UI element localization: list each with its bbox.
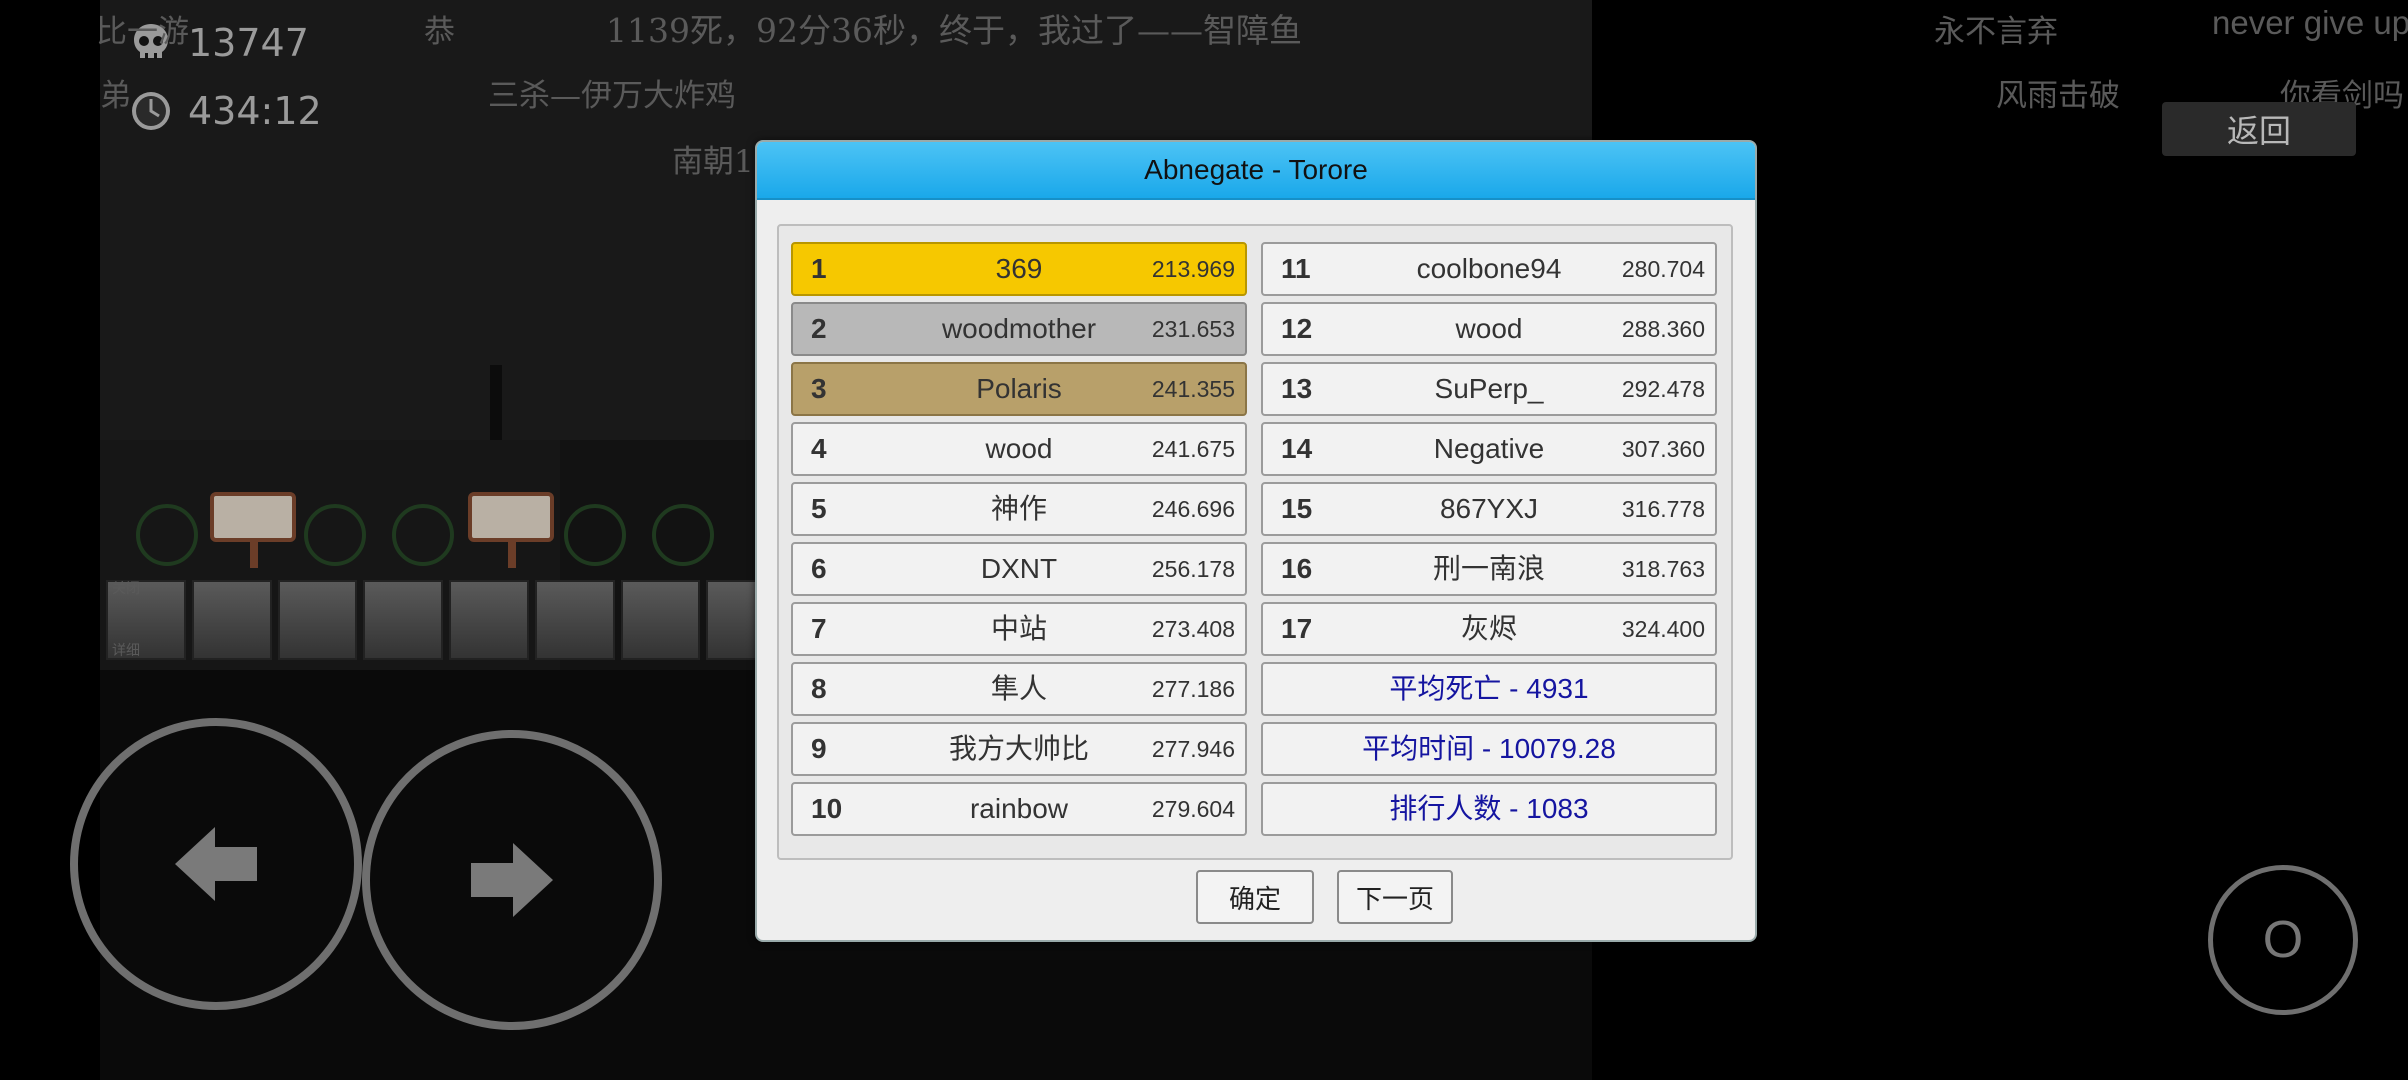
arrow-right-icon <box>471 843 553 917</box>
clear-time: 277.186 <box>1151 676 1235 702</box>
jump-button[interactable]: O <box>2208 865 2358 1015</box>
move-left-button[interactable] <box>70 718 362 1010</box>
leaderboard-row: 15 867YXJ 316.778 <box>1261 482 1717 536</box>
clear-time: 241.675 <box>1151 436 1235 462</box>
leaderboard-column-right: 11 coolbone94 280.704 12 wood 288.360 13 SuPe… <box>1261 242 1717 842</box>
clear-time: 324.400 <box>1621 616 1705 642</box>
elapsed-time: 434:12 <box>188 89 322 133</box>
danmaku-comment: 三杀—伊万大炸鸡 <box>488 78 736 114</box>
danmaku-comment: 永不言弃 <box>1934 14 2058 50</box>
side-label-detail[interactable]: 详细 <box>112 640 140 660</box>
leaderboard-column-left: 1 369 213.969 2 woodmother 231.653 3 Polaris 2… <box>791 242 1247 842</box>
ring-decor <box>304 504 366 566</box>
leaderboard-row: 1 369 213.969 <box>791 242 1247 296</box>
clear-time: 231.653 <box>1151 316 1235 342</box>
dialog-title: Abnegate - Torore <box>757 142 1755 200</box>
floor-block <box>363 580 443 660</box>
ring-decor <box>392 504 454 566</box>
floor-block <box>277 580 358 660</box>
ring-decor <box>652 504 714 566</box>
leaderboard-row: 2 woodmother 231.653 <box>791 302 1247 356</box>
sign-post <box>250 540 258 568</box>
clear-time: 307.360 <box>1621 436 1705 462</box>
ring-decor <box>564 504 626 566</box>
confirm-button[interactable]: 确定 <box>1196 870 1314 924</box>
danmaku-comment: 1139死，92分36秒，终于，我过了——智障鱼 <box>606 11 1302 50</box>
leaderboard-row: 12 wood 288.360 <box>1261 302 1717 356</box>
leaderboard-row: 4 wood 241.675 <box>791 422 1247 476</box>
leaderboard-row: 3 Polaris 241.355 <box>791 362 1247 416</box>
stat-average-time: 平均时间 - 10079.28 <box>1261 722 1717 776</box>
leaderboard-row: 6 DXNT 256.178 <box>791 542 1247 596</box>
leaderboard-row: 14 Negative 307.360 <box>1261 422 1717 476</box>
clear-time: 318.763 <box>1621 556 1705 582</box>
next-page-button[interactable]: 下一页 <box>1337 870 1453 924</box>
leaderboard-row: 10 rainbow 279.604 <box>791 782 1247 836</box>
danmaku-comment: 恭 <box>424 14 455 50</box>
floor-block <box>191 580 272 660</box>
clear-time: 288.360 <box>1621 316 1705 342</box>
floor-block <box>449 580 529 660</box>
danmaku-comment: 弟 <box>100 78 131 114</box>
hud-time: 434:12 <box>128 88 322 134</box>
danmaku-comment: 比一游 <box>96 14 189 50</box>
leaderboard-row: 9 我方大帅比 277.946 <box>791 722 1247 776</box>
block-floor <box>100 580 786 662</box>
stat-text: 排行人数 - 1083 <box>1389 793 1589 824</box>
clear-time: 279.604 <box>1151 796 1235 822</box>
sign-board <box>210 492 296 542</box>
death-count: 13747 <box>188 21 309 65</box>
leaderboard-row: 17 灰烬 324.400 <box>1261 602 1717 656</box>
leaderboard-row: 7 中站 273.408 <box>791 602 1247 656</box>
clear-time: 280.704 <box>1621 256 1705 282</box>
clear-time: 213.969 <box>1151 256 1235 282</box>
leaderboard-row: 5 神作 246.696 <box>791 482 1247 536</box>
danmaku-comment: 风雨击破 <box>1996 78 2120 114</box>
floor-block <box>534 580 615 660</box>
clear-time: 246.696 <box>1151 496 1235 522</box>
floor-block <box>620 580 701 660</box>
side-label-close[interactable]: 关闭 <box>112 578 140 598</box>
danmaku-comment: 南朝1 <box>672 144 754 180</box>
clock-icon <box>128 88 174 134</box>
danmaku-comment: never give up <box>2212 4 2408 41</box>
stat-average-deaths: 平均死亡 - 4931 <box>1261 662 1717 716</box>
back-button[interactable]: 返回 <box>2162 102 2356 156</box>
arrow-left-icon <box>175 827 257 901</box>
stat-text: 平均时间 - 10079.28 <box>1362 733 1616 764</box>
clear-time: 241.355 <box>1151 376 1235 402</box>
clear-time: 292.478 <box>1621 376 1705 402</box>
leaderboard-row: 11 coolbone94 280.704 <box>1261 242 1717 296</box>
clear-time: 316.778 <box>1621 496 1705 522</box>
clear-time: 273.408 <box>1151 616 1235 642</box>
sign-board <box>468 492 554 542</box>
leaderboard-row: 8 隼人 277.186 <box>791 662 1247 716</box>
clear-time: 277.946 <box>1151 736 1235 762</box>
leaderboard-dialog: Abnegate - Torore 1 369 213.969 2 woodmothe… <box>755 140 1757 942</box>
ring-decor <box>136 504 198 566</box>
stat-player-count: 排行人数 - 1083 <box>1261 782 1717 836</box>
scene-pillar <box>490 365 502 440</box>
leaderboard-row: 13 SuPerp_ 292.478 <box>1261 362 1717 416</box>
move-right-button[interactable] <box>362 730 662 1030</box>
stat-text: 平均死亡 - 4931 <box>1389 673 1589 704</box>
leaderboard-row: 16 刑一南浪 318.763 <box>1261 542 1717 596</box>
leaderboard-panel: 1 369 213.969 2 woodmother 231.653 3 Polaris 2… <box>777 224 1733 860</box>
sign-post <box>508 540 516 568</box>
clear-time: 256.178 <box>1151 556 1235 582</box>
